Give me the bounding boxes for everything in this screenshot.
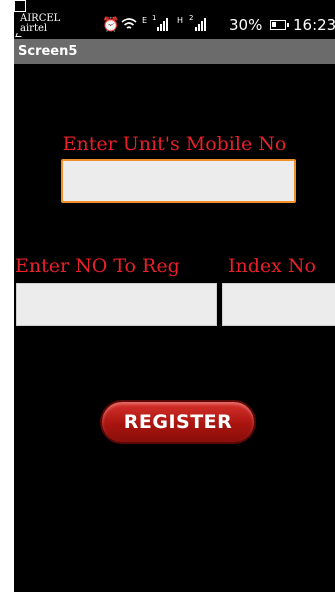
clock: 16:23	[293, 16, 335, 34]
carrier-name-2: airtel	[20, 23, 48, 34]
signal-1-bars-icon	[157, 17, 168, 31]
alarm-icon: ⏰	[102, 17, 120, 33]
mobile-number-label: Enter Unit's Mobile No	[62, 133, 287, 155]
register-button[interactable]: REGISTER	[100, 400, 256, 444]
title-bar: Screen5	[14, 39, 335, 64]
gallery-icon	[14, 0, 26, 12]
battery-icon	[270, 20, 289, 30]
register-number-label: Enter NO To Reg	[15, 255, 180, 277]
signal-1-index: 1	[152, 14, 157, 22]
signal-2-bars-icon	[195, 17, 206, 31]
register-number-input[interactable]	[16, 283, 217, 326]
signal-2-index: 2	[189, 14, 194, 22]
wifi-icon	[121, 17, 137, 35]
status-bar: AIRCEL airtel ⏰ E 1 H 2 30% 16:23	[14, 0, 335, 39]
index-number-input[interactable]	[222, 283, 335, 326]
mobile-number-input[interactable]	[61, 159, 296, 203]
signal-1-type: E	[142, 16, 148, 25]
signal-2-type: H	[177, 16, 184, 25]
battery-percent: 30%	[229, 16, 263, 34]
index-number-label: Index No	[228, 255, 316, 277]
wifi-svg	[121, 18, 137, 29]
app-screen: AIRCEL airtel ⏰ E 1 H 2 30% 16:23 Screen…	[14, 0, 335, 592]
